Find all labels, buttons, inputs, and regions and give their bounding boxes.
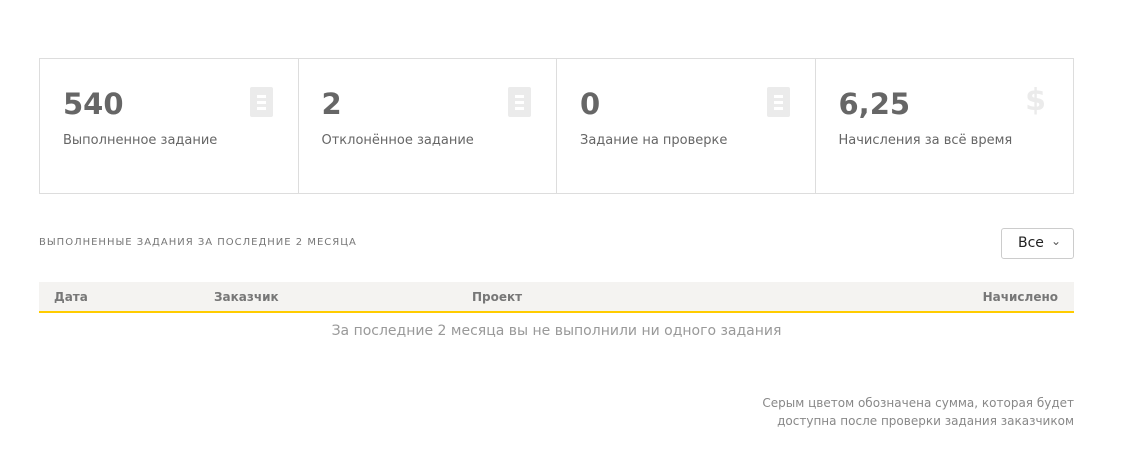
column-earned: Начислено — [982, 290, 1058, 304]
column-customer: Заказчик — [214, 290, 279, 304]
section-title: ВЫПОЛНЕННЫЕ ЗАДАНИЯ ЗА ПОСЛЕДНИЕ 2 МЕСЯЦ… — [39, 237, 357, 248]
dollar-icon: $ — [1025, 83, 1046, 118]
chevron-down-icon: ⌄ — [1050, 234, 1061, 248]
stat-label: Отклонённое задание — [321, 133, 474, 148]
empty-table-message: За последние 2 месяца вы не выполнили ни… — [331, 323, 782, 339]
stat-label: Начисления за всё время — [838, 133, 1013, 148]
document-icon — [766, 87, 790, 117]
document-icon — [249, 87, 273, 117]
column-project: Проект — [472, 290, 523, 304]
stat-label: Задание на проверке — [580, 133, 728, 148]
stat-card-completed: 540 Выполненное задание — [40, 59, 299, 193]
stat-card-rejected: 2 Отклонённое задание — [299, 59, 557, 193]
stat-label: Выполненное задание — [63, 133, 218, 148]
stat-card-review: 0 Задание на проверке — [557, 59, 816, 193]
footnote-line: доступна после проверки задания заказчик… — [777, 414, 1074, 428]
stat-card-earnings: 6,25 Начисления за всё время $ — [816, 59, 1074, 193]
filter-value: Все — [1018, 235, 1044, 251]
column-date: Дата — [54, 290, 88, 304]
footnote: Серым цветом обозначена сумма, которая б… — [762, 394, 1074, 430]
stats-cards: 540 Выполненное задание 2 Отклонённое за… — [39, 58, 1074, 194]
document-icon — [508, 87, 531, 117]
filter-select[interactable]: Все ⌄ — [1001, 228, 1074, 259]
footnote-line: Серым цветом обозначена сумма, которая б… — [762, 396, 1074, 410]
table-header: Дата Заказчик Проект Начислено — [39, 282, 1074, 313]
